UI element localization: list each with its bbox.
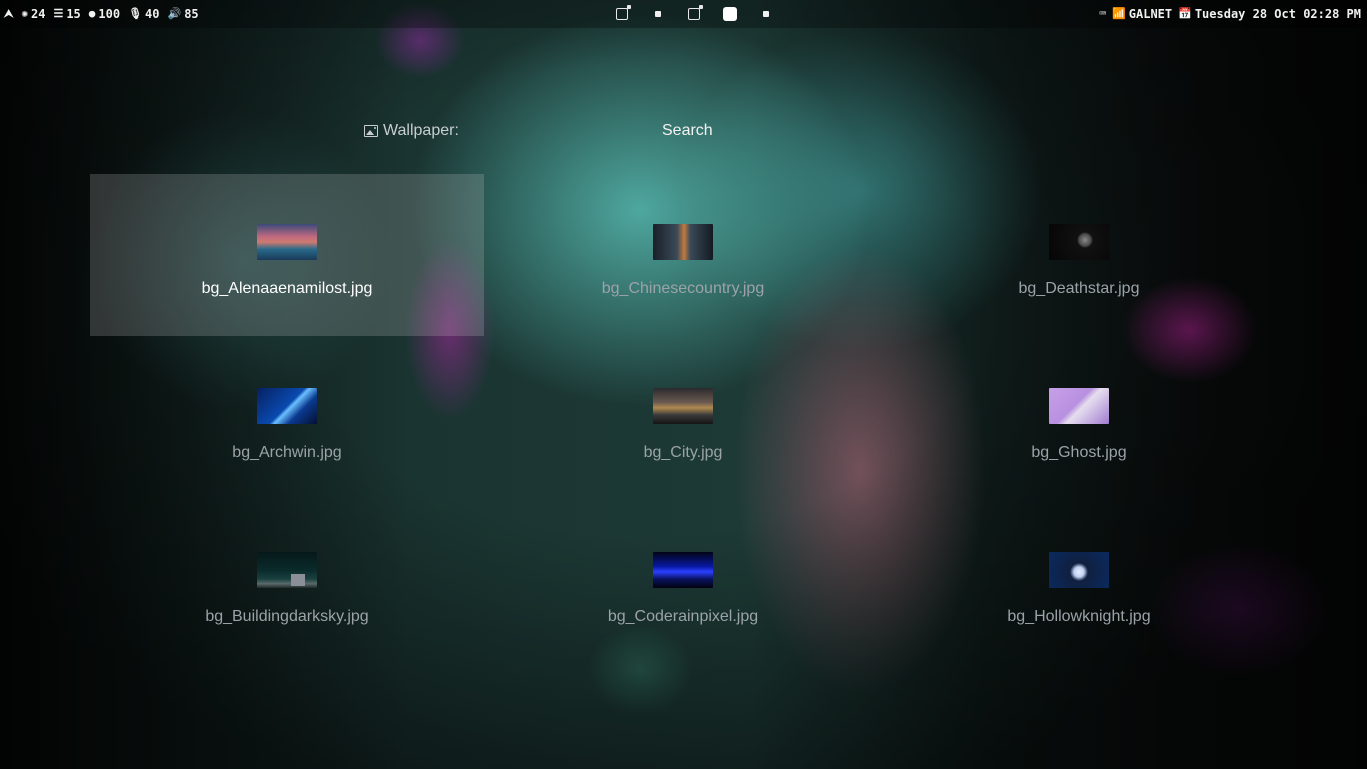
wallpaper-item[interactable]: bg_Ghost.jpg — [882, 338, 1276, 500]
wallpaper-filename: bg_Ghost.jpg — [1031, 444, 1127, 461]
workspace-1[interactable] — [604, 5, 640, 23]
arch-logo[interactable]: ⮝ — [4, 8, 13, 20]
wallpaper-item[interactable]: bg_City.jpg — [486, 338, 880, 500]
workspace-3[interactable] — [676, 5, 712, 23]
empty-workspace-icon — [655, 11, 661, 17]
arch-logo-icon: ⮝ — [4, 7, 14, 20]
cpu-usage[interactable]: ✺ 24 — [21, 7, 45, 21]
clock[interactable]: 📅 Tuesday 28 Oct 02:28 PM — [1178, 7, 1361, 21]
occupied-workspace-icon — [616, 5, 631, 20]
calendar-icon: 📅 — [1178, 7, 1192, 20]
wallpaper-filename: bg_Alenaaenamilost.jpg — [201, 280, 373, 297]
wallpaper-thumbnail — [1049, 388, 1109, 424]
datetime-text: Tuesday 28 Oct 02:28 PM — [1194, 7, 1361, 21]
wallpaper-prompt: Wallpaper: — [364, 122, 459, 140]
wallpaper-thumbnail — [653, 224, 713, 260]
wallpaper-filename: bg_Coderainpixel.jpg — [607, 608, 759, 625]
wallpaper-item[interactable]: bg_Coderainpixel.jpg — [486, 502, 880, 664]
battery-status[interactable]: ● 100 — [89, 7, 120, 21]
battery-icon: ● — [88, 7, 96, 20]
memory-icon: ☰ — [53, 7, 64, 20]
volume-icon: 🔊 — [167, 7, 182, 20]
wallpaper-thumbnail — [653, 552, 713, 588]
wallpaper-item[interactable]: bg_Hollowknight.jpg — [882, 502, 1276, 664]
active-workspace-icon — [723, 7, 737, 21]
occupied-workspace-icon — [688, 5, 703, 20]
wallpaper-item[interactable]: bg_Chinesecountry.jpg — [486, 174, 880, 336]
wifi-icon: 📶 — [1112, 7, 1126, 20]
battery-value: 100 — [98, 7, 121, 21]
wallpaper-filename: bg_Archwin.jpg — [232, 444, 342, 461]
workspace-2[interactable] — [640, 5, 676, 23]
wallpaper-item[interactable]: bg_Deathstar.jpg — [882, 174, 1276, 336]
system-stats: ⮝ ✺ 24 ☰ 15 ● 100 🎙 40 🔊 85 — [4, 7, 199, 21]
memory-usage[interactable]: ☰ 15 — [53, 7, 80, 21]
wallpaper-filename: bg_Hollowknight.jpg — [1007, 608, 1151, 625]
speaker-volume[interactable]: 🔊 85 — [168, 7, 199, 21]
cpu-value: 24 — [30, 7, 46, 21]
volume-value: 85 — [184, 7, 199, 21]
status-right: ⌨ 📶 GALNET 📅 Tuesday 28 Oct 02:28 PM — [1099, 7, 1361, 21]
workspace-4[interactable] — [712, 5, 748, 23]
search-input[interactable] — [662, 120, 862, 142]
cpu-icon: ✺ — [21, 7, 28, 20]
prompt-label: Wallpaper: — [383, 122, 459, 139]
microphone-icon: 🎙 — [128, 7, 143, 20]
wallpaper-filename: bg_Deathstar.jpg — [1018, 280, 1140, 297]
top-status-bar: ⮝ ✺ 24 ☰ 15 ● 100 🎙 40 🔊 85 ⌨ 📶 GALNET 📅… — [0, 0, 1367, 28]
network-name: GALNET — [1128, 7, 1173, 21]
wallpaper-thumbnail — [653, 388, 713, 424]
wallpaper-thumbnail — [257, 552, 317, 588]
wallpaper-thumbnail — [257, 388, 317, 424]
microphone-volume[interactable]: 🎙 40 — [128, 7, 159, 21]
memory-value: 15 — [66, 7, 81, 21]
workspace-switcher — [604, 5, 784, 23]
workspace-5[interactable] — [748, 5, 784, 23]
wallpaper-item[interactable]: bg_Alenaaenamilost.jpg — [90, 174, 484, 336]
image-icon — [364, 125, 378, 137]
keyboard-icon[interactable]: ⌨ — [1099, 8, 1106, 20]
wallpaper-filename: bg_Chinesecountry.jpg — [601, 280, 765, 297]
wallpaper-thumbnail — [1049, 552, 1109, 588]
network-status[interactable]: 📶 GALNET — [1112, 7, 1172, 21]
wallpaper-thumbnail — [1049, 224, 1109, 260]
empty-workspace-icon — [763, 11, 769, 17]
microphone-value: 40 — [145, 7, 160, 21]
wallpaper-item[interactable]: bg_Archwin.jpg — [90, 338, 484, 500]
wallpaper-filename: bg_Buildingdarksky.jpg — [205, 608, 369, 625]
wallpaper-thumbnail — [257, 224, 317, 260]
thumbnail-detail — [291, 574, 305, 586]
wallpaper-item[interactable]: bg_Buildingdarksky.jpg — [90, 502, 484, 664]
wallpaper-filename: bg_City.jpg — [643, 444, 723, 461]
